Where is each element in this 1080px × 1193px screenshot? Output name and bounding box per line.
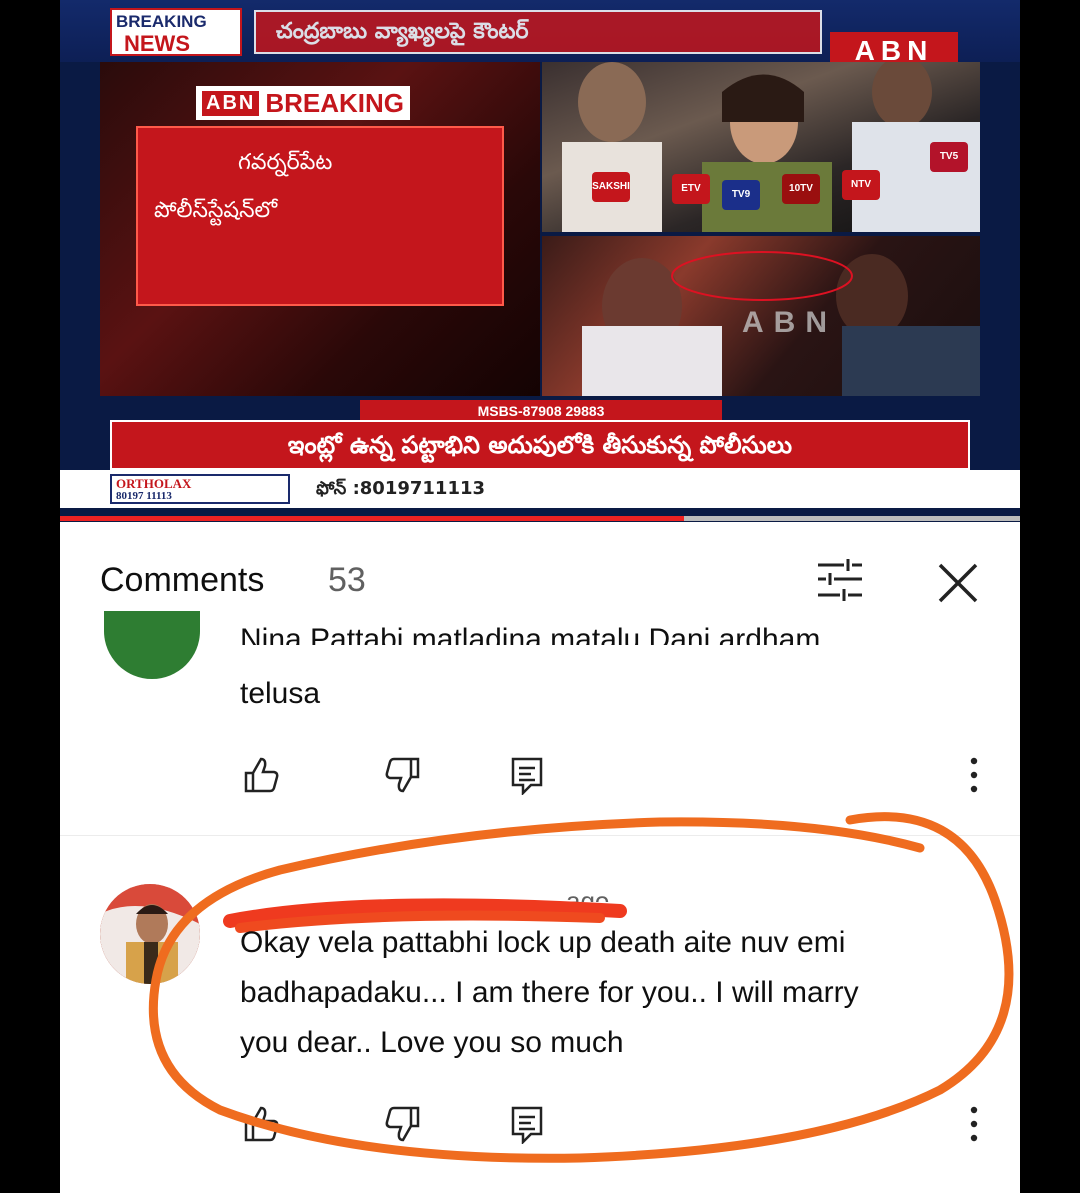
mic-10tv: 10TV <box>782 174 820 204</box>
comments-title: Comments <box>100 561 265 599</box>
sponsor-phone: ఫోన్ :8019711113 <box>316 478 486 499</box>
sponsor-logo-line2: 80197 11113 <box>116 490 172 502</box>
breaking-news-line1: BREAKING <box>116 12 207 31</box>
video-progress-bar[interactable] <box>60 516 1020 521</box>
mic-ntv: NTV <box>842 170 880 200</box>
comment-text: Okay vela pattabhi lock up death aite nu… <box>240 918 960 1068</box>
news-ticker: ఇంట్లో ఉన్న పట్టాభిని అదుపులోకి తీసుకున్… <box>110 420 970 470</box>
reply-icon[interactable] <box>508 755 548 795</box>
avatar[interactable] <box>100 884 200 984</box>
comments-count: 53 <box>328 561 366 599</box>
mic-etv: ETV <box>672 174 710 204</box>
reply-icon[interactable] <box>508 1104 548 1144</box>
video-player[interactable]: BREAKING NEWS చంద్రబాబు వ్యాఖ్యలపై కౌంటర… <box>60 0 1020 522</box>
abn-breaking-word: BREAKING <box>265 87 405 118</box>
close-icon[interactable] <box>934 559 982 607</box>
comment-item: Nina Pattabi matladina matalu Dani ardha… <box>60 611 1020 835</box>
abn-breaking-logo: ABN <box>202 90 260 116</box>
sponsor-logo: ORTHOLAX 80197 11113 <box>110 474 290 504</box>
like-icon[interactable] <box>242 755 282 795</box>
comment-text-cut: Nina Pattabi matladina matalu Dani ardha… <box>240 623 821 645</box>
abn-breaking-banner: ABN BREAKING <box>196 86 411 120</box>
like-icon[interactable] <box>242 1104 282 1144</box>
press-conference-illustration <box>562 62 980 232</box>
mic-tv9: TV9 <box>722 180 760 210</box>
avatar[interactable] <box>104 611 200 679</box>
filter-icon[interactable] <box>814 557 866 603</box>
more-vert-icon[interactable] <box>964 755 984 795</box>
studio-card-line2: పోలీస్‌స్టేషన్‌లో <box>154 198 278 223</box>
dislike-icon[interactable] <box>382 755 422 795</box>
sponsor-logo-line1: ORTHOLAX <box>116 476 192 491</box>
ticker-label: MSBS-87908 29883 <box>360 400 722 422</box>
breaking-news-badge: BREAKING NEWS <box>110 8 242 56</box>
more-vert-icon[interactable] <box>964 1104 984 1144</box>
top-marquee: చంద్రబాబు వ్యాఖ్యలపై కౌంటర్ <box>254 10 822 54</box>
comment-text-line2: badhapadaku... I am there for you.. I wi… <box>240 976 859 1009</box>
mic-tv5: TV5 <box>930 142 968 172</box>
comment-item: ago Okay vela pattabhi lock up death ait… <box>60 836 1020 1193</box>
abn-watermark: ABN <box>742 306 837 339</box>
comment-text: telusa <box>240 677 321 710</box>
video-progress-fill <box>60 516 684 521</box>
phone-screen: BREAKING NEWS చంద్రబాబు వ్యాఖ్యలపై కౌంటర… <box>60 0 1020 1193</box>
studio-graphic: ABN BREAKING గవర్నర్‌పేట పోలీస్‌స్టేషన్‌… <box>100 62 540 396</box>
arrest-scene-photo: ABN <box>542 236 980 396</box>
comment-text-line3: you dear.. Love you so much <box>240 1026 624 1059</box>
studio-headline-card: గవర్నర్‌పేట పోలీస్‌స్టేషన్‌లో <box>136 126 504 306</box>
comment-meta-cut: ago <box>566 886 610 902</box>
dislike-icon[interactable] <box>382 1104 422 1144</box>
avatar-illustration <box>100 884 200 984</box>
sponsor-bar: ORTHOLAX 80197 11113 ఫోన్ :8019711113 <box>60 470 1020 508</box>
mic-sakshi: SAKSHI <box>592 172 630 202</box>
press-conference-photo: SAKSHI ETV TV9 TV5 NTV 10TV <box>542 62 980 232</box>
breaking-news-line2: NEWS <box>124 31 190 56</box>
comment-text-line1: Okay vela pattabhi lock up death aite nu… <box>240 926 846 959</box>
studio-card-line1: గవర్నర్‌పేట <box>238 150 333 175</box>
